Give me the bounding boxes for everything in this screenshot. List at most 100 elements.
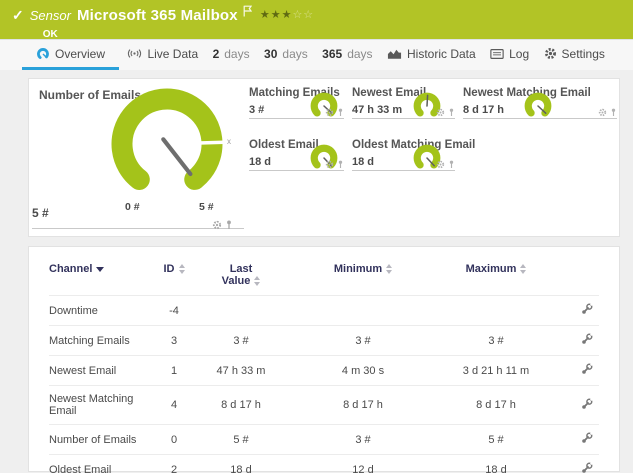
column-header-maximum[interactable]: Maximum [433, 253, 559, 296]
stars-filled: ★★★ [259, 9, 293, 21]
small-gauges-grid: Matching Emails 3 # Newest Email 47 h 33… [249, 87, 617, 174]
gauge-value: 47 h 33 m [352, 104, 403, 116]
table-row-newest-email[interactable]: Newest Email 1 47 h 33 m 4 m 30 s 3 d 21… [49, 355, 599, 386]
channel-last-value: 8 d 17 h [189, 385, 293, 425]
wrench-icon[interactable] [581, 461, 594, 473]
gear-icon[interactable] [436, 104, 445, 122]
live-data-icon [127, 47, 142, 60]
channel-name: Matching Emails [49, 325, 159, 356]
tab-2-days[interactable]: 2 days [207, 40, 256, 70]
channel-id: 4 [159, 385, 189, 425]
status-check-icon: ✓ [12, 7, 24, 23]
pin-icon[interactable] [337, 156, 344, 174]
channel-id: 1 [159, 355, 189, 386]
gauge-tile-oldest-email[interactable]: Oldest Email 18 d [249, 139, 344, 174]
sort-icon [386, 264, 393, 275]
channel-last-value: 47 h 33 m [189, 355, 293, 386]
sort-icon [254, 276, 261, 287]
gauge-value: 3 # [249, 104, 265, 116]
pin-icon[interactable] [337, 104, 344, 122]
pin-icon[interactable] [448, 156, 455, 174]
channel-maximum: 3 # [433, 325, 559, 356]
tab-log[interactable]: Log [484, 40, 535, 70]
historic-data-icon [387, 48, 402, 60]
channel-minimum: 4 m 30 s [293, 355, 433, 386]
wrench-icon[interactable] [581, 362, 594, 378]
sort-desc-icon [96, 266, 105, 272]
tab-label-number: 365 [322, 46, 343, 61]
wrench-icon[interactable] [581, 431, 594, 447]
tab-bar: Overview Live Data 2 days 30 days 365 da… [0, 40, 633, 70]
gear-icon[interactable] [598, 104, 607, 122]
gauge-tile-newest-email[interactable]: Newest Email 47 h 33 m [352, 87, 455, 122]
priority-stars[interactable]: ★★★☆☆ [260, 6, 314, 24]
gauge-value: 18 d [352, 156, 375, 168]
gauge-scale-min: 0 # [125, 201, 140, 213]
column-header-channel[interactable]: Channel [49, 253, 159, 296]
channel-maximum: 18 d [433, 454, 559, 473]
small-gauge [524, 92, 552, 120]
overview-content: Number of Emails x 0 # 5 # 5 # Matching … [0, 70, 633, 473]
column-header-id[interactable]: ID [159, 253, 189, 296]
column-header-minimum[interactable]: Minimum [293, 253, 433, 296]
tab-365-days[interactable]: 365 days [316, 40, 378, 70]
channel-last-value: 3 # [189, 325, 293, 356]
pin-icon[interactable] [225, 217, 233, 235]
tab-overview[interactable]: Overview [22, 40, 120, 70]
main-gauge: x [111, 88, 231, 200]
gear-icon[interactable] [436, 156, 445, 174]
tab-label: Overview [55, 46, 106, 61]
gauge-value: 8 d 17 h [463, 104, 504, 116]
tab-30-days[interactable]: 30 days [258, 40, 314, 70]
tab-label-number: 30 [264, 46, 278, 61]
channel-name: Number of Emails [49, 424, 159, 455]
wrench-icon[interactable] [581, 302, 594, 318]
channel-table-panel: Channel ID Last Value Minimum Maximum Dow… [28, 246, 620, 473]
column-header-last-value[interactable]: Last Value [189, 253, 293, 296]
status-badge: OK [42, 29, 58, 40]
wrench-icon[interactable] [581, 397, 594, 413]
table-header-row: Channel ID Last Value Minimum Maximum [49, 253, 599, 296]
tab-historic-data[interactable]: Historic Data [381, 40, 482, 70]
table-row-oldest-email[interactable]: Oldest Email 2 18 d 12 d 18 d [49, 454, 599, 473]
gauge-tile-newest-matching-email[interactable]: Newest Matching Email 8 d 17 h [463, 87, 617, 122]
prtg-sensor-page: ✓ Sensor Microsoft 365 Mailbox ★★★☆☆ OK … [0, 0, 633, 473]
gauge-value: 5 # [32, 206, 49, 220]
gauge-needle [161, 137, 193, 177]
tab-label: days [282, 46, 308, 61]
channel-minimum: 3 # [293, 325, 433, 356]
gauge-tile-number-of-emails[interactable]: Number of Emails x 0 # 5 # 5 # [29, 79, 247, 236]
table-row-downtime[interactable]: Downtime -4 [49, 295, 599, 326]
channel-maximum: 3 d 21 h 11 m [433, 355, 559, 386]
tab-label: Historic Data [406, 46, 476, 61]
channel-id: -4 [159, 295, 189, 326]
gauge-tile-matching-emails[interactable]: Matching Emails 3 # [249, 87, 344, 122]
gauge-tile-oldest-matching-email[interactable]: Oldest Matching Email 18 d [352, 139, 475, 174]
tab-live-data[interactable]: Live Data [121, 40, 204, 70]
gear-icon[interactable] [325, 104, 334, 122]
channel-id: 0 [159, 424, 189, 455]
log-icon [490, 48, 504, 60]
column-header-actions [559, 253, 599, 296]
gauge-limit-notch [198, 140, 225, 145]
empty-tile [463, 139, 617, 171]
gear-icon[interactable] [325, 156, 334, 174]
table-row-number-of-emails[interactable]: Number of Emails 0 5 # 3 # 5 # [49, 424, 599, 455]
table-row-matching-emails[interactable]: Matching Emails 3 3 # 3 # 3 # [49, 325, 599, 356]
channel-minimum [293, 295, 433, 326]
tab-settings[interactable]: Settings [538, 40, 611, 70]
gauge-value: 18 d [249, 156, 272, 168]
pin-icon[interactable] [610, 104, 617, 122]
tab-label: days [347, 46, 373, 61]
gear-icon[interactable] [212, 217, 222, 235]
channel-table: Channel ID Last Value Minimum Maximum Dow… [49, 253, 599, 473]
table-row-newest-matching-email[interactable]: Newest Matching Email 4 8 d 17 h 8 d 17 … [49, 385, 599, 425]
gauge-limit-marker: x [227, 137, 231, 146]
channel-id: 3 [159, 325, 189, 356]
wrench-icon[interactable] [581, 332, 594, 348]
channel-maximum: 5 # [433, 424, 559, 455]
priority-flag-icon[interactable] [243, 4, 253, 22]
channel-minimum: 8 d 17 h [293, 385, 433, 425]
tab-label: Settings [561, 46, 605, 61]
pin-icon[interactable] [448, 104, 455, 122]
